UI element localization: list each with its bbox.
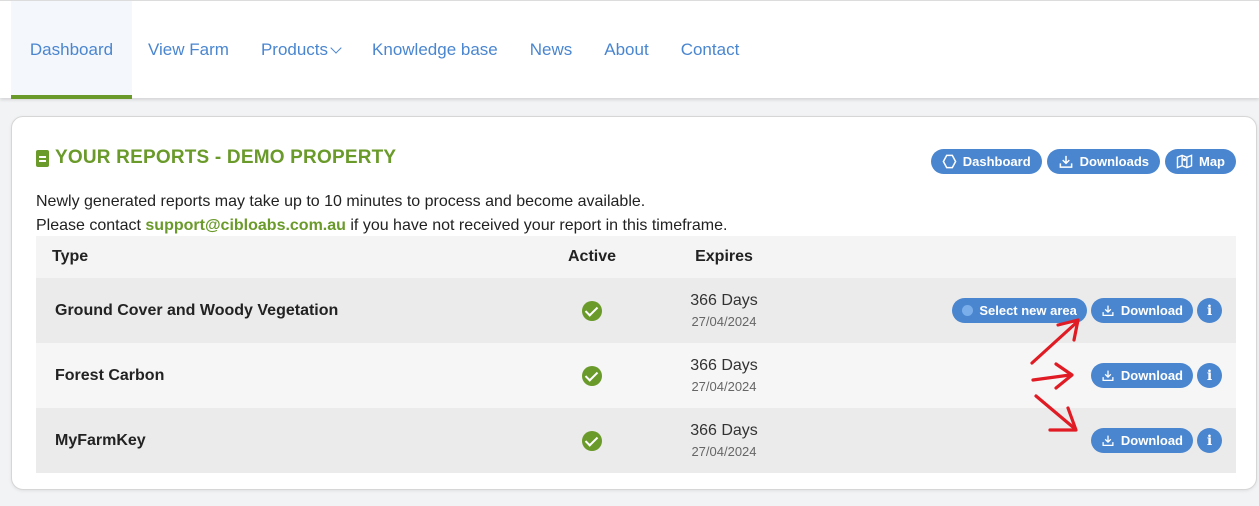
table-header-row: Type Active Expires bbox=[36, 236, 1236, 278]
map-button-label: Map bbox=[1199, 154, 1225, 169]
nav-contact[interactable]: Contact bbox=[665, 1, 756, 99]
nav-label: Knowledge base bbox=[372, 40, 498, 59]
nav-knowledge-base[interactable]: Knowledge base bbox=[356, 1, 514, 99]
reports-card: YOUR REPORTS - DEMO PROPERTY Dashboard D… bbox=[11, 116, 1257, 490]
nav-label: Contact bbox=[680, 40, 740, 59]
actions-cell: Download i bbox=[800, 408, 1236, 473]
top-navigation-bar: Dashboard View Farm Products Knowledge b… bbox=[0, 0, 1259, 99]
nav-products[interactable]: Products bbox=[245, 1, 356, 99]
expires-date: 27/04/2024 bbox=[691, 443, 757, 459]
expires-date: 27/04/2024 bbox=[691, 378, 757, 394]
check-icon bbox=[582, 300, 602, 321]
active-cell bbox=[536, 343, 648, 408]
nav-dashboard[interactable]: Dashboard bbox=[11, 1, 132, 99]
header-actions: Dashboard Downloads Map bbox=[930, 149, 1236, 174]
expires-cell: 366 Days 27/04/2024 bbox=[648, 343, 800, 408]
report-type: Ground Cover and Woody Vegetation bbox=[36, 278, 536, 343]
processing-notice: Newly generated reports may take up to 1… bbox=[36, 190, 727, 238]
info-icon[interactable]: i bbox=[1197, 428, 1222, 453]
nav-view-farm[interactable]: View Farm bbox=[132, 1, 245, 99]
nav-label: News bbox=[529, 40, 573, 59]
download-label: Download bbox=[1120, 303, 1183, 318]
download-button[interactable]: Download bbox=[1090, 363, 1193, 388]
expires-days: 366 Days bbox=[690, 356, 758, 374]
downloads-button[interactable]: Downloads bbox=[1046, 149, 1160, 174]
header-type: Type bbox=[36, 236, 536, 278]
report-type: MyFarmKey bbox=[36, 408, 536, 473]
download-icon bbox=[1102, 305, 1114, 317]
notice-line-2: Please contact support@cibloabs.com.au i… bbox=[36, 214, 727, 238]
download-button[interactable]: Download bbox=[1090, 428, 1193, 453]
expires-cell: 366 Days 27/04/2024 bbox=[648, 408, 800, 473]
active-cell bbox=[536, 408, 648, 473]
table-row: Ground Cover and Woody Vegetation 366 Da… bbox=[36, 278, 1236, 343]
info-icon[interactable]: i bbox=[1197, 298, 1222, 323]
document-icon bbox=[36, 149, 49, 167]
check-icon bbox=[582, 430, 602, 451]
download-label: Download bbox=[1120, 368, 1183, 383]
expires-days: 366 Days bbox=[690, 291, 758, 309]
main-nav: Dashboard View Farm Products Knowledge b… bbox=[11, 1, 755, 99]
notice-pre: Please contact bbox=[36, 217, 146, 234]
hexagon-icon bbox=[962, 305, 974, 316]
chevron-down-icon bbox=[330, 41, 342, 54]
download-label: Download bbox=[1120, 433, 1183, 448]
table-row: MyFarmKey 366 Days 27/04/2024 Download i bbox=[36, 408, 1236, 473]
nav-about[interactable]: About bbox=[588, 1, 664, 99]
download-icon bbox=[1102, 370, 1114, 382]
downloads-button-label: Downloads bbox=[1079, 154, 1149, 169]
header-active: Active bbox=[536, 236, 648, 278]
expires-days: 366 Days bbox=[690, 421, 758, 439]
support-email-link[interactable]: support@cibloabs.com.au bbox=[145, 217, 346, 234]
page-title: YOUR REPORTS - DEMO PROPERTY bbox=[36, 147, 396, 169]
nav-label: Products bbox=[260, 40, 329, 59]
dashboard-button-label: Dashboard bbox=[962, 154, 1031, 169]
header-actions-col bbox=[800, 236, 1236, 278]
actions-cell: Select new area Download i bbox=[800, 278, 1236, 343]
check-icon bbox=[582, 365, 602, 386]
map-icon bbox=[1176, 154, 1193, 169]
report-type: Forest Carbon bbox=[36, 343, 536, 408]
reports-table: Type Active Expires Ground Cover and Woo… bbox=[36, 236, 1236, 473]
download-button[interactable]: Download bbox=[1090, 298, 1193, 323]
nav-label: View Farm bbox=[148, 40, 229, 59]
table-row: Forest Carbon 366 Days 27/04/2024 Downloa… bbox=[36, 343, 1236, 408]
dashboard-button[interactable]: Dashboard bbox=[930, 149, 1042, 174]
download-icon bbox=[1102, 435, 1114, 447]
notice-line-1: Newly generated reports may take up to 1… bbox=[36, 193, 646, 210]
expires-date: 27/04/2024 bbox=[691, 313, 757, 329]
page-title-text: YOUR REPORTS - DEMO PROPERTY bbox=[55, 147, 397, 168]
select-new-area-button[interactable]: Select new area bbox=[952, 298, 1087, 323]
info-icon[interactable]: i bbox=[1197, 363, 1222, 388]
notice-post: if you have not received your report in … bbox=[345, 217, 728, 234]
map-button[interactable]: Map bbox=[1165, 149, 1236, 174]
actions-cell: Download i bbox=[800, 343, 1236, 408]
active-cell bbox=[536, 278, 648, 343]
nav-label: Dashboard bbox=[29, 40, 114, 59]
expires-cell: 366 Days 27/04/2024 bbox=[648, 278, 800, 343]
hexagon-icon bbox=[942, 154, 957, 169]
header-expires: Expires bbox=[648, 236, 800, 278]
download-icon bbox=[1059, 155, 1073, 168]
select-new-area-label: Select new area bbox=[979, 303, 1077, 318]
nav-news[interactable]: News bbox=[514, 1, 589, 99]
nav-label: About bbox=[604, 40, 649, 59]
